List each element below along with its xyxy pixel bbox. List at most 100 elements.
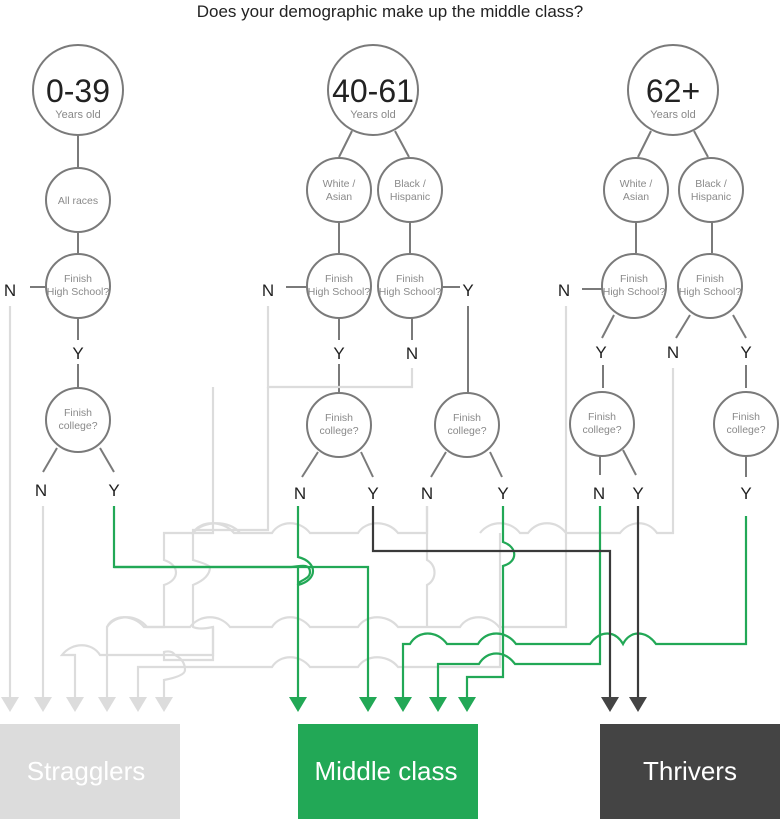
hs-node-0-39: Finish High School? xyxy=(45,253,111,319)
svg-text:White /: White / xyxy=(620,178,653,190)
arrowhead-stragglers xyxy=(1,697,19,712)
svg-text:Finish: Finish xyxy=(325,273,353,285)
svg-text:Asian: Asian xyxy=(623,191,649,203)
age-node-0-39: 0-39 Years old xyxy=(32,44,124,136)
svg-text:Finish: Finish xyxy=(325,412,353,424)
arrowhead-middle-class xyxy=(458,697,476,712)
svg-text:Finish: Finish xyxy=(588,411,616,423)
answer-y: Y xyxy=(740,343,751,362)
wire-stragglers xyxy=(425,506,436,627)
outcome-box-thrivers: Thrivers xyxy=(600,724,780,819)
race-node-black-hispanic-40: Black / Hispanic xyxy=(377,157,443,223)
answer-y: Y xyxy=(333,344,344,363)
arrowhead-stragglers xyxy=(98,697,116,712)
svg-text:Finish: Finish xyxy=(396,273,424,285)
outcome-box-middle-class: Middle class xyxy=(298,724,478,819)
answer-n: N xyxy=(4,281,16,300)
svg-text:Years old: Years old xyxy=(350,109,395,121)
svg-text:college?: college? xyxy=(319,425,358,437)
answer-n: N xyxy=(294,484,306,503)
wires-thrivers xyxy=(371,506,640,700)
race-node-black-hispanic-62: Black / Hispanic xyxy=(678,157,744,223)
svg-text:Finish: Finish xyxy=(64,407,92,419)
svg-text:High School?: High School? xyxy=(679,286,742,298)
svg-text:62+: 62+ xyxy=(646,73,700,109)
answer-n: N xyxy=(558,281,570,300)
outcome-box-stragglers: Stragglers xyxy=(0,724,180,819)
arrowhead-middle-class xyxy=(429,697,447,712)
arrowhead-thrivers xyxy=(601,697,619,712)
svg-text:Finish: Finish xyxy=(620,273,648,285)
svg-text:Thrivers: Thrivers xyxy=(643,756,737,786)
wire-stragglers xyxy=(162,387,270,700)
answer-y: Y xyxy=(632,484,643,503)
wire-stragglers xyxy=(479,368,675,535)
svg-text:0-39: 0-39 xyxy=(46,73,110,109)
arrowhead-stragglers xyxy=(155,697,173,712)
race-node-white-asian-62: White / Asian xyxy=(603,157,669,223)
svg-text:Hispanic: Hispanic xyxy=(390,191,430,203)
svg-text:All races: All races xyxy=(58,195,98,207)
age-node-62-plus: 62+ Years old xyxy=(627,44,719,136)
svg-text:High School?: High School? xyxy=(47,286,110,298)
arrowhead-stragglers xyxy=(129,697,147,712)
arrowhead-middle-class xyxy=(289,697,307,712)
svg-text:Middle class: Middle class xyxy=(314,756,457,786)
svg-text:High School?: High School? xyxy=(308,286,371,298)
arrowhead-stragglers xyxy=(66,697,84,712)
answer-y: Y xyxy=(740,484,751,503)
wires-stragglers xyxy=(8,306,675,700)
svg-text:Black /: Black / xyxy=(695,178,727,190)
svg-text:Stragglers: Stragglers xyxy=(27,756,146,786)
svg-text:Years old: Years old xyxy=(55,109,100,121)
svg-text:Finish: Finish xyxy=(453,412,481,424)
answer-y: Y xyxy=(367,484,378,503)
wire-stragglers xyxy=(190,387,241,535)
arrowhead-stragglers xyxy=(34,697,52,712)
answer-n: N xyxy=(421,484,433,503)
svg-text:Hispanic: Hispanic xyxy=(691,191,731,203)
wire-stragglers xyxy=(105,506,429,700)
answer-n: N xyxy=(406,344,418,363)
college-node-40-black: Finish college? xyxy=(434,392,500,458)
svg-text:Black /: Black / xyxy=(394,178,426,190)
svg-text:college?: college? xyxy=(582,424,621,436)
wire-middle-class xyxy=(401,516,748,700)
wire-middle-class xyxy=(114,565,370,700)
college-node-62-black: Finish college? xyxy=(713,391,779,457)
answer-y: Y xyxy=(462,281,473,300)
answer-y: Y xyxy=(72,344,83,363)
decision-tree-diagram: 0-39 Years old 40-61 Years old 62+ Years… xyxy=(0,44,780,819)
wire-thrivers xyxy=(371,506,612,700)
arrowhead-middle-class xyxy=(394,697,412,712)
svg-text:college?: college? xyxy=(58,420,97,432)
svg-text:college?: college? xyxy=(726,424,765,436)
svg-text:college?: college? xyxy=(447,425,486,437)
svg-text:High School?: High School? xyxy=(603,286,666,298)
wire-middle-class xyxy=(436,506,602,700)
svg-text:Finish: Finish xyxy=(732,411,760,423)
college-node-40-white: Finish college? xyxy=(306,392,372,458)
svg-text:Years old: Years old xyxy=(650,109,695,121)
hs-node-40-white: Finish High School? xyxy=(306,253,372,319)
svg-text:40-61: 40-61 xyxy=(332,73,414,109)
answer-y: Y xyxy=(108,481,119,500)
answer-n: N xyxy=(35,481,47,500)
svg-text:High School?: High School? xyxy=(379,286,442,298)
race-node-all-races: All races xyxy=(45,167,111,233)
svg-text:Finish: Finish xyxy=(696,273,724,285)
race-node-white-asian-40: White / Asian xyxy=(306,157,372,223)
svg-text:White /: White / xyxy=(323,178,356,190)
answer-y: Y xyxy=(497,484,508,503)
hs-node-62-white: Finish High School? xyxy=(601,253,667,319)
college-node-0-39: Finish college? xyxy=(45,387,111,453)
arrowheads xyxy=(1,697,647,712)
wire-middle-class xyxy=(465,506,516,700)
answer-n: N xyxy=(593,484,605,503)
svg-text:Asian: Asian xyxy=(326,191,352,203)
wires-middle-class xyxy=(112,506,748,700)
hs-node-62-black: Finish High School? xyxy=(677,253,743,319)
answer-n: N xyxy=(262,281,274,300)
college-node-62-white: Finish college? xyxy=(569,391,635,457)
wire-middle-class xyxy=(296,506,315,700)
